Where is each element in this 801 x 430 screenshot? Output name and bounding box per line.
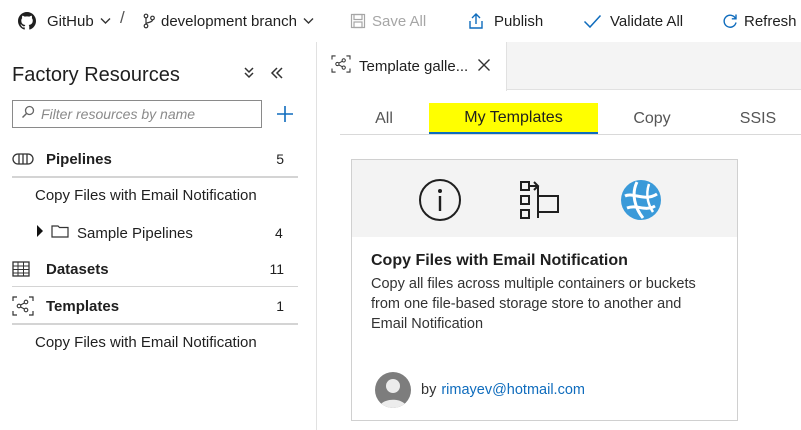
templates-label: Templates bbox=[46, 297, 120, 315]
close-icon[interactable] bbox=[477, 58, 491, 77]
datasets-group[interactable]: Datasets 11 bbox=[12, 252, 298, 286]
checkmark-icon bbox=[583, 13, 602, 29]
refresh-button[interactable]: Refresh bbox=[722, 0, 797, 42]
refresh-icon bbox=[722, 13, 738, 29]
filter-input[interactable] bbox=[41, 106, 251, 122]
github-icon bbox=[18, 12, 36, 30]
repo-label: GitHub bbox=[47, 12, 94, 30]
validate-all-label: Validate All bbox=[610, 12, 684, 30]
pipeline-item[interactable]: Copy Files with Email Notification bbox=[35, 187, 257, 204]
template-gallery-icon bbox=[331, 55, 351, 78]
pivot-ssis[interactable]: SSIS bbox=[736, 103, 780, 134]
publish-button[interactable]: Publish bbox=[467, 0, 543, 42]
pipeline-icon bbox=[12, 152, 34, 166]
validate-all-button[interactable]: Validate All bbox=[583, 0, 683, 42]
folder-icon bbox=[51, 224, 69, 242]
pivot-copy[interactable]: Copy bbox=[625, 103, 679, 134]
breadcrumb-separator: / bbox=[120, 8, 125, 27]
save-icon bbox=[350, 13, 366, 29]
templates-count: 1 bbox=[276, 298, 284, 314]
chevron-down-icon bbox=[100, 17, 111, 25]
save-all-button[interactable]: Save All bbox=[350, 0, 426, 42]
collapse-all-icon[interactable] bbox=[242, 66, 256, 85]
tab-label: Template galle... bbox=[359, 58, 469, 75]
search-icon bbox=[21, 105, 35, 124]
card-title: Copy Files with Email Notification bbox=[371, 252, 628, 269]
tab-template-gallery[interactable]: Template galle... bbox=[317, 42, 507, 91]
filter-box bbox=[12, 100, 262, 128]
publish-icon bbox=[467, 12, 485, 30]
top-toolbar: GitHub / development branch Save All Pub… bbox=[0, 0, 801, 42]
card-description: Copy all files across multiple container… bbox=[371, 276, 696, 332]
datasets-count: 11 bbox=[269, 261, 284, 277]
divider bbox=[12, 286, 298, 287]
folder-label: Sample Pipelines bbox=[77, 224, 193, 242]
datasets-label: Datasets bbox=[46, 260, 109, 278]
save-all-label: Save All bbox=[372, 12, 427, 30]
document-tab-strip: Template galle... bbox=[317, 42, 801, 91]
template-card[interactable]: Copy Files with Email Notification Copy … bbox=[351, 159, 738, 421]
divider bbox=[12, 323, 298, 325]
pipelines-count: 5 bbox=[276, 151, 284, 167]
card-author: by rimayev@hotmail.com bbox=[375, 372, 585, 408]
avatar bbox=[375, 372, 411, 408]
factory-resources-panel: Factory Resources Pipelines 5 Copy Files… bbox=[0, 42, 316, 430]
template-item[interactable]: Copy Files with Email Notification bbox=[35, 334, 257, 351]
pivot-my-templates[interactable]: My Templates bbox=[429, 103, 598, 134]
folder-count: 4 bbox=[275, 225, 283, 241]
template-icon bbox=[12, 296, 34, 316]
pipelines-group[interactable]: Pipelines 5 bbox=[12, 142, 298, 176]
publish-label: Publish bbox=[494, 12, 544, 30]
branch-icon bbox=[143, 13, 155, 29]
pivot-all[interactable]: All bbox=[360, 103, 408, 134]
panel-controls bbox=[242, 66, 284, 85]
author-email-link[interactable]: rimayev@hotmail.com bbox=[441, 382, 585, 398]
by-label: by bbox=[421, 382, 437, 398]
panel-divider bbox=[316, 42, 317, 430]
collapse-panel-icon[interactable] bbox=[270, 66, 284, 85]
refresh-label: Refresh bbox=[744, 12, 797, 30]
table-icon bbox=[12, 261, 34, 277]
azure-globe-icon bbox=[619, 178, 663, 222]
card-icon-band bbox=[352, 160, 737, 237]
branch-label: development branch bbox=[161, 12, 297, 30]
expand-triangle-icon[interactable] bbox=[35, 224, 45, 242]
info-icon bbox=[418, 178, 462, 222]
templates-group[interactable]: Templates 1 bbox=[12, 289, 298, 323]
divider bbox=[12, 176, 298, 178]
folder-sample-pipelines[interactable]: Sample Pipelines 4 bbox=[35, 222, 283, 244]
panel-title: Factory Resources bbox=[12, 64, 180, 86]
template-pivot-bar: All My Templates Copy SSIS bbox=[340, 103, 801, 135]
chevron-down-icon bbox=[303, 17, 314, 25]
copy-activity-icon bbox=[518, 178, 562, 222]
repo-selector[interactable]: GitHub bbox=[18, 0, 111, 42]
add-resource-button[interactable] bbox=[275, 102, 295, 126]
branch-selector[interactable]: development branch bbox=[143, 0, 314, 42]
pipelines-label: Pipelines bbox=[46, 150, 112, 168]
